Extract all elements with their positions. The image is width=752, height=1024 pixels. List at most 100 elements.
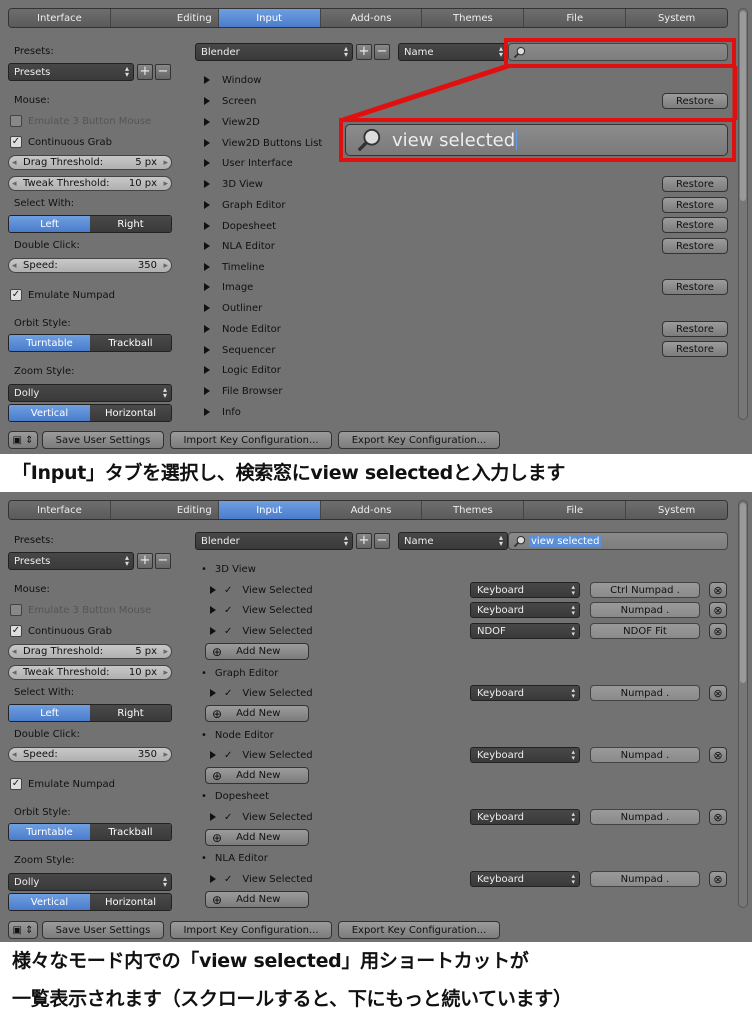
- restore-button[interactable]: Restore: [662, 197, 728, 213]
- import-key-config-button[interactable]: Import Key Configuration...: [170, 431, 332, 449]
- tab-system[interactable]: System: [626, 9, 727, 27]
- add-preset-button[interactable]: +: [137, 64, 153, 80]
- filter-type-dropdown[interactable]: Name ▴ ▾: [398, 532, 508, 550]
- search-input[interactable]: view selected: [508, 532, 728, 550]
- editor-type-button[interactable]: ▣ ⇕: [8, 921, 38, 939]
- save-user-settings-button[interactable]: Save User Settings: [42, 921, 164, 939]
- category-window[interactable]: Window: [204, 73, 261, 87]
- key-field[interactable]: Numpad .: [590, 809, 700, 825]
- tweak-threshold-field[interactable]: Tweak Threshold:10 px: [8, 176, 172, 191]
- category-timeline[interactable]: Timeline: [204, 260, 265, 274]
- keymap-item[interactable]: ✓ View Selected: [210, 583, 313, 597]
- keymap-item[interactable]: ✓ View Selected: [210, 624, 313, 638]
- tab-interface[interactable]: Interface: [9, 501, 111, 519]
- turntable-button[interactable]: Turntable: [9, 824, 90, 840]
- tab-themes[interactable]: Themes: [422, 9, 525, 27]
- input-type-dropdown[interactable]: Keyboard ▴ ▾: [470, 871, 580, 887]
- remove-preset-button[interactable]: −: [155, 64, 171, 80]
- check-icon[interactable]: ✓: [224, 688, 232, 699]
- key-field[interactable]: Numpad .: [590, 602, 700, 618]
- input-type-dropdown[interactable]: NDOF ▴ ▾: [470, 623, 580, 639]
- scrollbar[interactable]: [738, 500, 748, 908]
- remove-item-button[interactable]: ⊗: [709, 685, 727, 701]
- category-node-editor[interactable]: Node Editor: [204, 322, 281, 336]
- double-click-speed-field[interactable]: Speed:350: [8, 258, 172, 273]
- presets-dropdown[interactable]: Presets ▴ ▾: [8, 552, 134, 570]
- emulate-numpad-checkbox[interactable]: ✓ Emulate Numpad: [10, 289, 115, 301]
- remove-item-button[interactable]: ⊗: [709, 602, 727, 618]
- add-new-button[interactable]: ⊕ Add New: [205, 705, 309, 722]
- keymap-item[interactable]: ✓ View Selected: [210, 603, 313, 617]
- scrollbar-thumb[interactable]: [740, 11, 746, 201]
- check-icon[interactable]: ✓: [224, 626, 232, 637]
- vertical-button[interactable]: Vertical: [9, 894, 90, 910]
- key-field[interactable]: Ctrl Numpad .: [590, 582, 700, 598]
- check-icon[interactable]: ✓: [224, 585, 232, 596]
- zoom-style-dropdown[interactable]: Dolly ▴ ▾: [8, 384, 172, 402]
- section-3d-view[interactable]: 3D View: [201, 562, 256, 576]
- category-outliner[interactable]: Outliner: [204, 301, 262, 315]
- add-new-button[interactable]: ⊕ Add New: [205, 891, 309, 908]
- keymap-item[interactable]: ✓ View Selected: [210, 810, 313, 824]
- input-type-dropdown[interactable]: Keyboard ▴ ▾: [470, 747, 580, 763]
- tab-interface[interactable]: Interface: [9, 9, 111, 27]
- export-key-config-button[interactable]: Export Key Configuration...: [338, 431, 500, 449]
- tab-themes[interactable]: Themes: [422, 501, 525, 519]
- section-nla-editor[interactable]: NLA Editor: [201, 851, 268, 865]
- keymap-item[interactable]: ✓ View Selected: [210, 872, 313, 886]
- vertical-button[interactable]: Vertical: [9, 405, 90, 421]
- scrollbar[interactable]: [738, 8, 748, 420]
- category-graph-editor[interactable]: Graph Editor: [204, 198, 285, 212]
- keymap-item[interactable]: ✓ View Selected: [210, 686, 313, 700]
- horizontal-button[interactable]: Horizontal: [90, 894, 171, 910]
- check-icon[interactable]: ✓: [224, 874, 232, 885]
- category-dopesheet[interactable]: Dopesheet: [204, 219, 276, 233]
- continuous-grab-checkbox[interactable]: ✓ Continuous Grab: [10, 136, 112, 148]
- add-new-button[interactable]: ⊕ Add New: [205, 829, 309, 846]
- remove-item-button[interactable]: ⊗: [709, 747, 727, 763]
- keymap-item[interactable]: ✓ View Selected: [210, 748, 313, 762]
- filter-type-dropdown[interactable]: Name ▴ ▾: [398, 43, 508, 61]
- category-user-interface[interactable]: User Interface: [204, 156, 293, 170]
- section-node-editor[interactable]: Node Editor: [201, 728, 274, 742]
- tab-addons[interactable]: Add-ons: [320, 9, 423, 27]
- add-keymap-button[interactable]: +: [356, 44, 372, 60]
- export-key-config-button[interactable]: Export Key Configuration...: [338, 921, 500, 939]
- category-screen[interactable]: Screen: [204, 94, 256, 108]
- turntable-button[interactable]: Turntable: [9, 335, 90, 351]
- import-key-config-button[interactable]: Import Key Configuration...: [170, 921, 332, 939]
- input-type-dropdown[interactable]: Keyboard ▴ ▾: [470, 582, 580, 598]
- remove-preset-button[interactable]: −: [155, 553, 171, 569]
- remove-item-button[interactable]: ⊗: [709, 871, 727, 887]
- key-field[interactable]: Numpad .: [590, 871, 700, 887]
- horizontal-button[interactable]: Horizontal: [90, 405, 171, 421]
- presets-dropdown[interactable]: Presets ▴ ▾: [8, 63, 134, 81]
- key-field[interactable]: Numpad .: [590, 685, 700, 701]
- tab-system[interactable]: System: [626, 501, 727, 519]
- keymap-dropdown[interactable]: Blender ▴ ▾: [195, 532, 353, 550]
- restore-button[interactable]: Restore: [662, 238, 728, 254]
- restore-button[interactable]: Restore: [662, 341, 728, 357]
- select-left-button[interactable]: Left: [9, 705, 90, 721]
- drag-threshold-field[interactable]: Drag Threshold:5 px: [8, 644, 172, 659]
- input-type-dropdown[interactable]: Keyboard ▴ ▾: [470, 685, 580, 701]
- category-view2d-buttons-list[interactable]: View2D Buttons List: [204, 136, 322, 150]
- emulate-3-button-checkbox[interactable]: Emulate 3 Button Mouse: [10, 604, 151, 616]
- category-nla-editor[interactable]: NLA Editor: [204, 239, 275, 253]
- select-right-button[interactable]: Right: [90, 705, 171, 721]
- category-image[interactable]: Image: [204, 280, 253, 294]
- remove-item-button[interactable]: ⊗: [709, 582, 727, 598]
- check-icon[interactable]: ✓: [224, 605, 232, 616]
- tab-input[interactable]: Input: [218, 501, 321, 519]
- tab-editing[interactable]: Editing: [110, 9, 219, 27]
- restore-button[interactable]: Restore: [662, 321, 728, 337]
- category-file-browser[interactable]: File Browser: [204, 384, 282, 398]
- editor-type-button[interactable]: ▣ ⇕: [8, 431, 38, 449]
- input-type-dropdown[interactable]: Keyboard ▴ ▾: [470, 602, 580, 618]
- keymap-dropdown[interactable]: Blender ▴ ▾: [195, 43, 353, 61]
- add-new-button[interactable]: ⊕ Add New: [205, 643, 309, 660]
- tab-file[interactable]: File: [524, 9, 627, 27]
- add-keymap-button[interactable]: +: [356, 533, 372, 549]
- zoom-style-dropdown[interactable]: Dolly ▴ ▾: [8, 873, 172, 891]
- key-field[interactable]: Numpad .: [590, 747, 700, 763]
